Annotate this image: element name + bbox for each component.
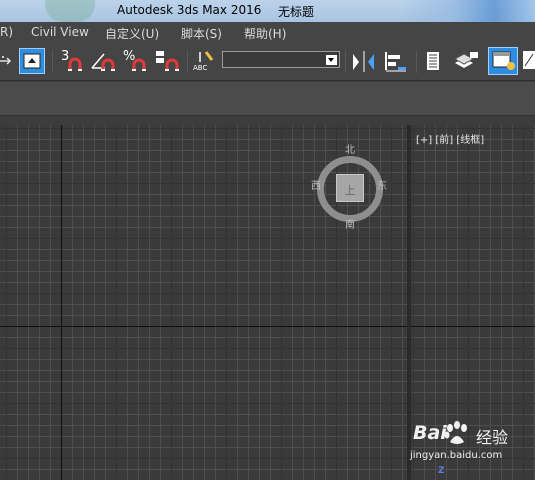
document-title: 无标题 bbox=[278, 5, 315, 19]
ribbon-strip bbox=[0, 82, 535, 116]
move-tool-icon[interactable] bbox=[0, 48, 12, 74]
compass-south[interactable]: 南 bbox=[345, 216, 355, 231]
menu-bar: R) Civil View 自定义(U) 脚本(S) 帮助(H) bbox=[0, 22, 535, 43]
grid-axis-horizontal bbox=[411, 326, 535, 327]
select-place-button[interactable] bbox=[19, 48, 45, 74]
viewcube-face-label: 上 bbox=[344, 184, 356, 197]
chevron-down-icon[interactable] bbox=[326, 55, 337, 65]
app-title: Autodesk 3ds Max 2016 bbox=[117, 3, 262, 17]
toolbar-separator bbox=[187, 51, 188, 73]
layer-explorer-button[interactable] bbox=[423, 48, 443, 74]
viewport-gap bbox=[0, 117, 535, 125]
abc-label: ABC bbox=[193, 64, 208, 72]
toolbar-separator bbox=[416, 51, 417, 73]
title-decoration bbox=[45, 0, 95, 22]
toolbar-separator bbox=[345, 51, 346, 73]
toolbar-separator bbox=[52, 51, 53, 73]
title-glow bbox=[400, 0, 535, 22]
align-button[interactable] bbox=[382, 48, 410, 74]
percent-snap-button[interactable]: % bbox=[121, 48, 151, 74]
grid-axis-horizontal bbox=[0, 326, 407, 327]
viewport-label-menu[interactable]: [+] [前] [线框] bbox=[416, 131, 484, 146]
edit-named-selection-icon[interactable]: ABC bbox=[192, 48, 218, 74]
compass-north[interactable]: 北 bbox=[345, 141, 355, 156]
viewport-main[interactable]: 北 南 西 东 上 bbox=[0, 125, 407, 480]
viewcube-face[interactable]: 上 bbox=[336, 174, 364, 202]
menu-item-customize[interactable]: 自定义(U) bbox=[105, 25, 159, 42]
mirror-button[interactable] bbox=[350, 48, 378, 74]
main-toolbar: 3 % ABC bbox=[0, 43, 535, 81]
title-bar: Autodesk 3ds Max 2016 无标题 bbox=[0, 0, 535, 22]
compass-west[interactable]: 西 bbox=[311, 177, 321, 192]
menu-item-scripting[interactable]: 脚本(S) bbox=[181, 25, 222, 42]
spinner-snap-button[interactable] bbox=[154, 48, 184, 74]
watermark-brand-zh: 经验 bbox=[476, 428, 509, 447]
curve-editor-icon[interactable] bbox=[522, 48, 535, 74]
axis-z-label: Z bbox=[438, 466, 445, 476]
angle-snap-button[interactable] bbox=[89, 48, 119, 74]
layers-button[interactable] bbox=[452, 48, 480, 74]
compass-east[interactable]: 东 bbox=[377, 177, 387, 192]
viewcube[interactable]: 北 南 西 东 上 bbox=[300, 135, 396, 231]
scene-explorer-button[interactable] bbox=[488, 47, 518, 75]
named-selection-dropdown[interactable] bbox=[222, 51, 340, 68]
baidu-jingyan-watermark: Bai 经验 jingyan.baidu.com Z bbox=[410, 418, 535, 480]
watermark-url: jingyan.baidu.com bbox=[410, 450, 503, 461]
snaps-toggle-button[interactable]: 3 bbox=[59, 48, 87, 74]
menu-item-help[interactable]: 帮助(H) bbox=[244, 25, 286, 42]
paw-logo-icon bbox=[444, 421, 467, 444]
menu-item-civil-view[interactable]: Civil View bbox=[31, 25, 89, 39]
grid-axis-vertical bbox=[61, 125, 62, 480]
menu-item-rendering[interactable]: R) bbox=[0, 25, 13, 39]
